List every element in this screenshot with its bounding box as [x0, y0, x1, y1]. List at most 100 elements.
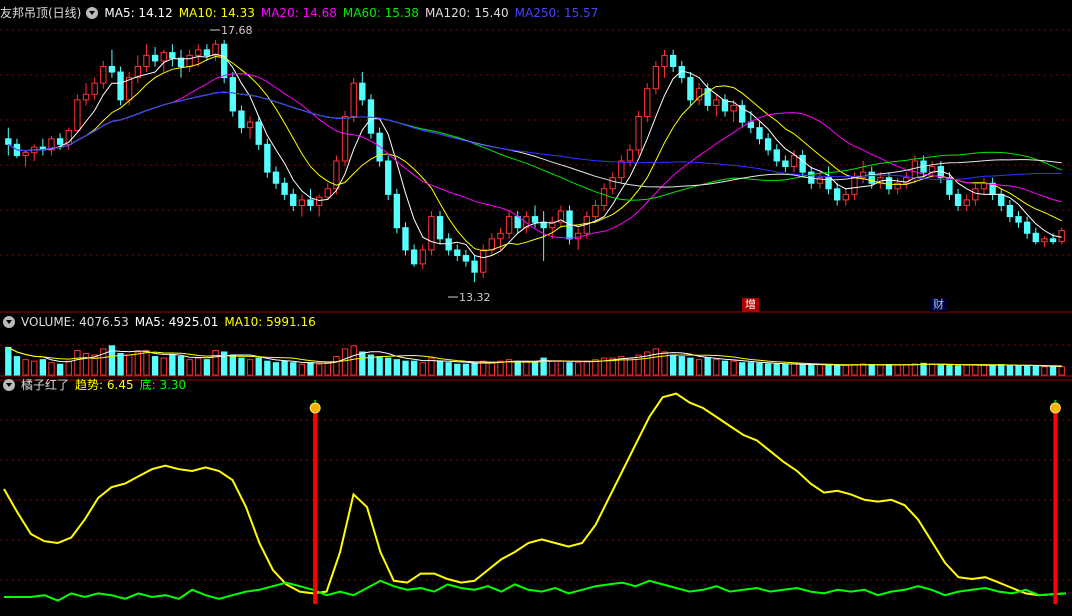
candle-body — [773, 149, 780, 162]
volume-bar — [203, 359, 211, 376]
candle-body — [618, 160, 625, 179]
volume-bar — [341, 348, 349, 376]
volume-bar — [272, 362, 280, 376]
volume-bar — [350, 345, 357, 376]
volume-bar — [229, 354, 236, 376]
collapse-icon[interactable] — [86, 7, 99, 19]
candle-body — [851, 177, 858, 195]
candle-body — [609, 177, 616, 190]
volume-bar — [549, 360, 556, 376]
volume-bar — [160, 357, 167, 376]
collapse-icon[interactable] — [3, 316, 15, 328]
volume-bar — [65, 360, 72, 376]
volume-bar — [566, 362, 573, 376]
event-tag-increase[interactable]: 增 — [742, 298, 759, 312]
volume-bar — [713, 359, 720, 376]
chart-canvas[interactable] — [0, 0, 1072, 616]
volume-bar — [324, 362, 331, 376]
volume-bar — [186, 359, 193, 376]
candle-body — [695, 88, 703, 101]
ma10-label: MA10: 14.33 — [178, 6, 255, 20]
volume-bar — [756, 362, 763, 376]
volume-bar — [946, 364, 953, 376]
candle-body — [574, 232, 582, 240]
ma120-label: MA120: 15.40 — [424, 6, 509, 20]
candle-body — [790, 154, 798, 168]
volume-bar — [1006, 364, 1014, 376]
volume-bar — [134, 351, 142, 376]
candle-body — [419, 249, 426, 265]
volume-bar — [1041, 366, 1048, 376]
volume-bar — [626, 357, 634, 376]
candle-body — [885, 177, 893, 190]
volume-bar — [773, 363, 780, 376]
volume-bar — [264, 360, 271, 376]
volume-bar — [635, 354, 642, 376]
candle-body — [626, 149, 634, 162]
candle-body — [436, 216, 444, 240]
candle-body — [782, 160, 789, 168]
volume-bar — [764, 363, 772, 376]
volume-bar — [385, 357, 392, 376]
volume-bar — [436, 360, 444, 376]
candle-body — [998, 193, 1005, 206]
volume-bar — [22, 359, 29, 376]
volume-ma10-label: MA10: 5991.16 — [224, 315, 316, 329]
event-tag-finance[interactable]: 财 — [930, 298, 947, 312]
low-price-label: 13.32 — [459, 291, 491, 304]
volume-bar — [177, 356, 185, 376]
volume-bar — [1032, 365, 1039, 376]
candle-body — [177, 57, 185, 67]
volume-bar — [980, 364, 988, 376]
candle-body — [454, 249, 461, 257]
candle-body — [1032, 232, 1039, 243]
volume-bar — [151, 356, 159, 376]
ma20-label: MA20: 14.68 — [260, 6, 337, 20]
candle-body — [730, 104, 737, 112]
orange-signal-icon — [309, 402, 321, 414]
candle-body — [635, 116, 642, 151]
candle-body — [324, 188, 331, 198]
candle-body — [212, 43, 219, 56]
candle-body — [1023, 221, 1031, 234]
collapse-icon[interactable] — [3, 379, 15, 391]
candle-body — [497, 232, 504, 240]
volume-bar — [825, 364, 832, 376]
volume-bar — [937, 364, 944, 376]
volume-bar — [998, 364, 1005, 376]
volume-bar — [678, 356, 685, 376]
candle-body — [756, 127, 763, 140]
volume-bar — [687, 357, 694, 376]
candle-body — [298, 199, 306, 206]
candle-body — [117, 71, 124, 101]
volume-bar — [410, 360, 418, 376]
candle-body — [911, 160, 919, 179]
volume-bar — [376, 356, 383, 376]
volume-bar — [799, 364, 806, 376]
volume-bar — [903, 364, 910, 376]
volume-bar — [851, 364, 858, 376]
candle-body — [186, 54, 193, 67]
volume-bar — [531, 362, 539, 376]
candle-body — [1041, 238, 1048, 243]
volume-bar — [5, 346, 12, 376]
candle-body — [669, 54, 677, 67]
volume-bar — [523, 360, 530, 376]
volume-bar — [419, 362, 426, 376]
volume-bar — [583, 360, 590, 376]
volume-bar — [574, 362, 582, 376]
volume-bar — [669, 354, 677, 376]
candle-body — [868, 171, 875, 184]
volume-bar — [126, 354, 133, 376]
bottom-line — [4, 579, 1067, 602]
candle-body — [376, 132, 383, 162]
candle-body — [359, 82, 366, 101]
candle-body — [393, 193, 401, 229]
volume-bar — [557, 360, 565, 376]
candle-body — [946, 177, 953, 195]
candle-body — [644, 88, 651, 118]
volume-bar — [48, 362, 55, 376]
candle-body — [272, 171, 280, 184]
candle-body — [928, 166, 936, 173]
volume-bar — [445, 362, 452, 376]
